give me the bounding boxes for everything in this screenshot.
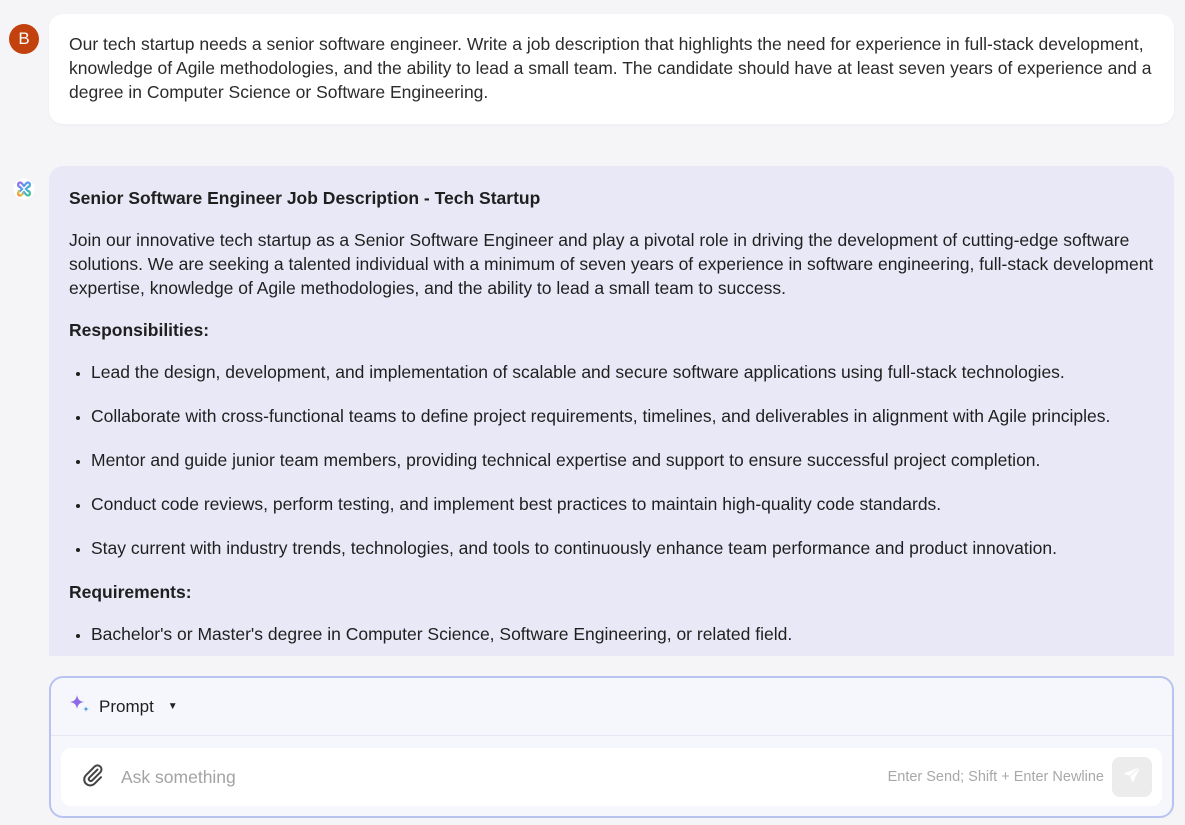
- requirements-heading: Requirements:: [69, 582, 192, 602]
- list-item: Mentor and guide junior team members, pr…: [91, 448, 1154, 472]
- ai-response-bubble: Senior Software Engineer Job Description…: [49, 166, 1174, 656]
- send-button[interactable]: [1112, 757, 1152, 797]
- list-item: Lead the design, development, and implem…: [91, 360, 1154, 384]
- chat-area: B Our tech startup needs a senior softwa…: [0, 0, 1185, 656]
- list-item: Stay current with industry trends, techn…: [91, 536, 1154, 560]
- requirements-list: Bachelor's or Master's degree in Compute…: [69, 622, 1154, 646]
- ai-assistant-logo-icon: [13, 178, 35, 200]
- attach-button[interactable]: [73, 762, 113, 793]
- paperclip-icon: [81, 762, 105, 793]
- composer-input-row: Enter Send; Shift + Enter Newline: [61, 748, 1162, 806]
- list-item: Collaborate with cross-functional teams …: [91, 404, 1154, 428]
- caret-down-icon: ▼: [167, 701, 178, 712]
- prompt-dropdown-button[interactable]: Prompt ▼: [69, 694, 178, 719]
- message-input[interactable]: [113, 765, 888, 789]
- sparkle-icon: [69, 694, 91, 719]
- user-message-text: Our tech startup needs a senior software…: [69, 34, 1152, 102]
- message-composer: Prompt ▼ Enter Send; Shift + Enter Newli…: [49, 676, 1174, 818]
- list-item: Conduct code reviews, perform testing, a…: [91, 492, 1154, 516]
- response-title: Senior Software Engineer Job Description…: [69, 188, 541, 208]
- user-avatar: B: [9, 24, 39, 54]
- keyboard-hint: Enter Send; Shift + Enter Newline: [887, 769, 1104, 785]
- responsibilities-list: Lead the design, development, and implem…: [69, 360, 1154, 560]
- send-icon: [1121, 764, 1143, 791]
- responsibilities-heading: Responsibilities:: [69, 320, 210, 340]
- prompt-label: Prompt: [99, 696, 154, 716]
- response-intro: Join our innovative tech startup as a Se…: [69, 230, 1154, 298]
- composer-toolbar: Prompt ▼: [51, 678, 1172, 736]
- user-message-bubble: Our tech startup needs a senior software…: [49, 14, 1174, 124]
- list-item: Bachelor's or Master's degree in Compute…: [91, 622, 1154, 646]
